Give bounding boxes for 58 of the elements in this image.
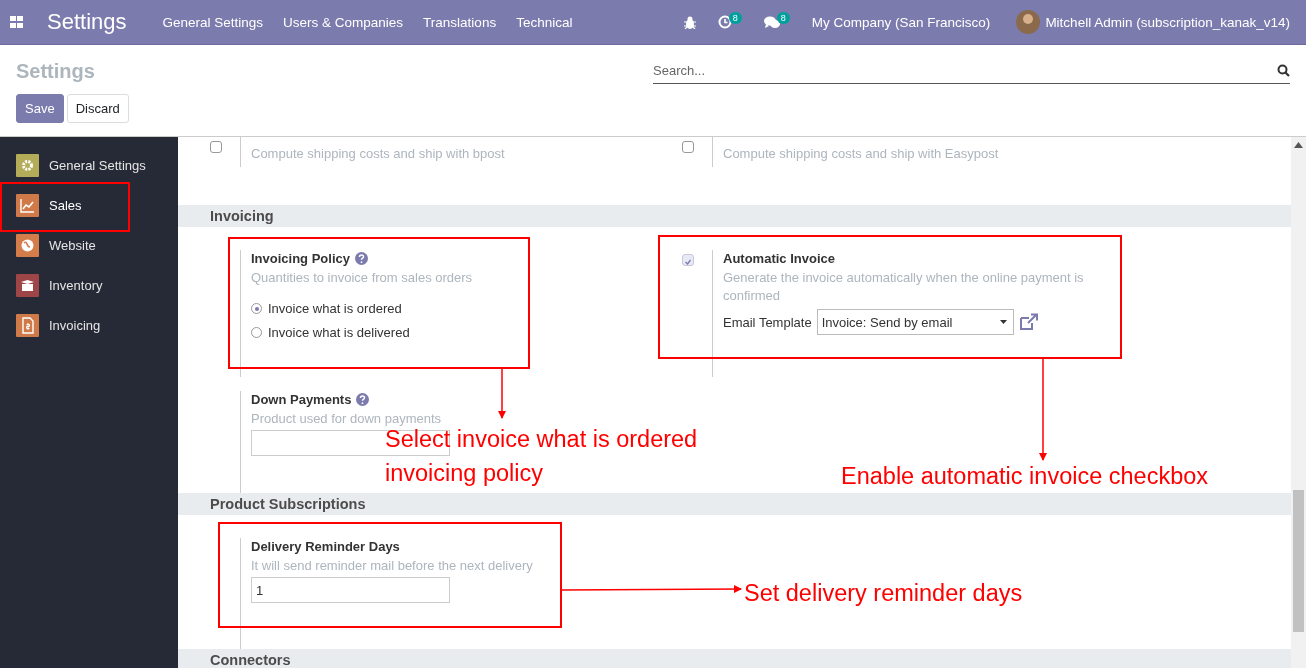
- setting-title: Delivery Reminder Days: [251, 539, 400, 554]
- sidebar-item[interactable]: General Settings: [0, 145, 178, 185]
- setting-description: It will send reminder mail before the next delivery: [251, 557, 534, 575]
- message-count-badge: 8: [776, 12, 790, 24]
- checkbox[interactable]: [682, 254, 694, 266]
- setting-description: Compute shipping costs and ship with bpost: [251, 145, 506, 163]
- apps-menu-icon: [10, 16, 23, 28]
- sidebar-item[interactable]: Website: [0, 225, 178, 265]
- setting-title: Down Payments: [251, 392, 352, 407]
- field-label: Email Template: [723, 314, 812, 330]
- activity-count-badge: 8: [728, 12, 742, 24]
- setting-description: Product used for down payments: [251, 410, 443, 428]
- sidebar-item[interactable]: Invoicing: [0, 305, 178, 345]
- input-field[interactable]: 1: [251, 577, 450, 603]
- gear-icon: [16, 153, 39, 177]
- menu-item[interactable]: Users & Companies: [283, 14, 404, 30]
- scrollbar[interactable]: [1291, 137, 1306, 668]
- radio-button[interactable]: [251, 303, 262, 314]
- scroll-up-icon: [1294, 142, 1303, 148]
- menu-item[interactable]: Technical: [516, 14, 573, 30]
- bug-icon: [683, 15, 696, 29]
- box-icon: [16, 273, 39, 297]
- input-field[interactable]: [251, 430, 450, 456]
- radio-label: Invoice what is ordered: [268, 301, 402, 316]
- save-button[interactable]: Save: [16, 94, 64, 123]
- menu-item[interactable]: General Settings: [162, 14, 264, 30]
- setting-description: Generate the invoice automatically when the online payment is confirmed: [723, 269, 1085, 305]
- setting-description: Compute shipping costs and ship with Easypost: [723, 145, 1000, 163]
- menu-item[interactable]: Translations: [423, 14, 497, 30]
- scrollbar-thumb[interactable]: [1293, 490, 1304, 632]
- dropdown[interactable]: Invoice: Send by email: [816, 309, 1014, 335]
- annotation-text: Set delivery reminder days: [744, 579, 1024, 608]
- sidebar-item[interactable]: Inventory: [0, 265, 178, 305]
- app-title: Settings: [47, 9, 127, 35]
- annotation-text: Enable automatic invoice checkbox: [841, 462, 1210, 491]
- clock-icon: [717, 15, 732, 29]
- search-field[interactable]: Search...: [653, 62, 1277, 78]
- radio-label: Invoice what is delivered: [268, 325, 410, 340]
- setting-title: Invoicing Policy: [251, 251, 350, 266]
- discard-button[interactable]: Discard: [66, 94, 129, 123]
- breadcrumb: Settings: [16, 60, 96, 84]
- checkbox[interactable]: [682, 141, 694, 153]
- user-avatar[interactable]: [1016, 10, 1041, 34]
- document-icon: [16, 313, 39, 337]
- chat-icon: [763, 15, 780, 29]
- caret-icon: [999, 320, 1007, 324]
- user-menu[interactable]: Mitchell Admin (subscription_kanak_v14): [1045, 14, 1290, 30]
- search-icon: [1277, 63, 1290, 77]
- setting-description: Quantities to invoice from sales orders: [251, 269, 474, 287]
- radio-button[interactable]: [251, 327, 262, 338]
- checkbox[interactable]: [210, 141, 222, 153]
- company-switcher[interactable]: My Company (San Francisco): [811, 14, 991, 30]
- setting-title: Automatic Invoice: [723, 251, 835, 266]
- external-link-icon: [1018, 313, 1039, 331]
- arrow: [498, 368, 506, 419]
- annotation-text: Select invoice what is ordered invoicing policy: [385, 426, 699, 488]
- chart-icon: [16, 193, 39, 217]
- checkmark-icon: [683, 257, 693, 267]
